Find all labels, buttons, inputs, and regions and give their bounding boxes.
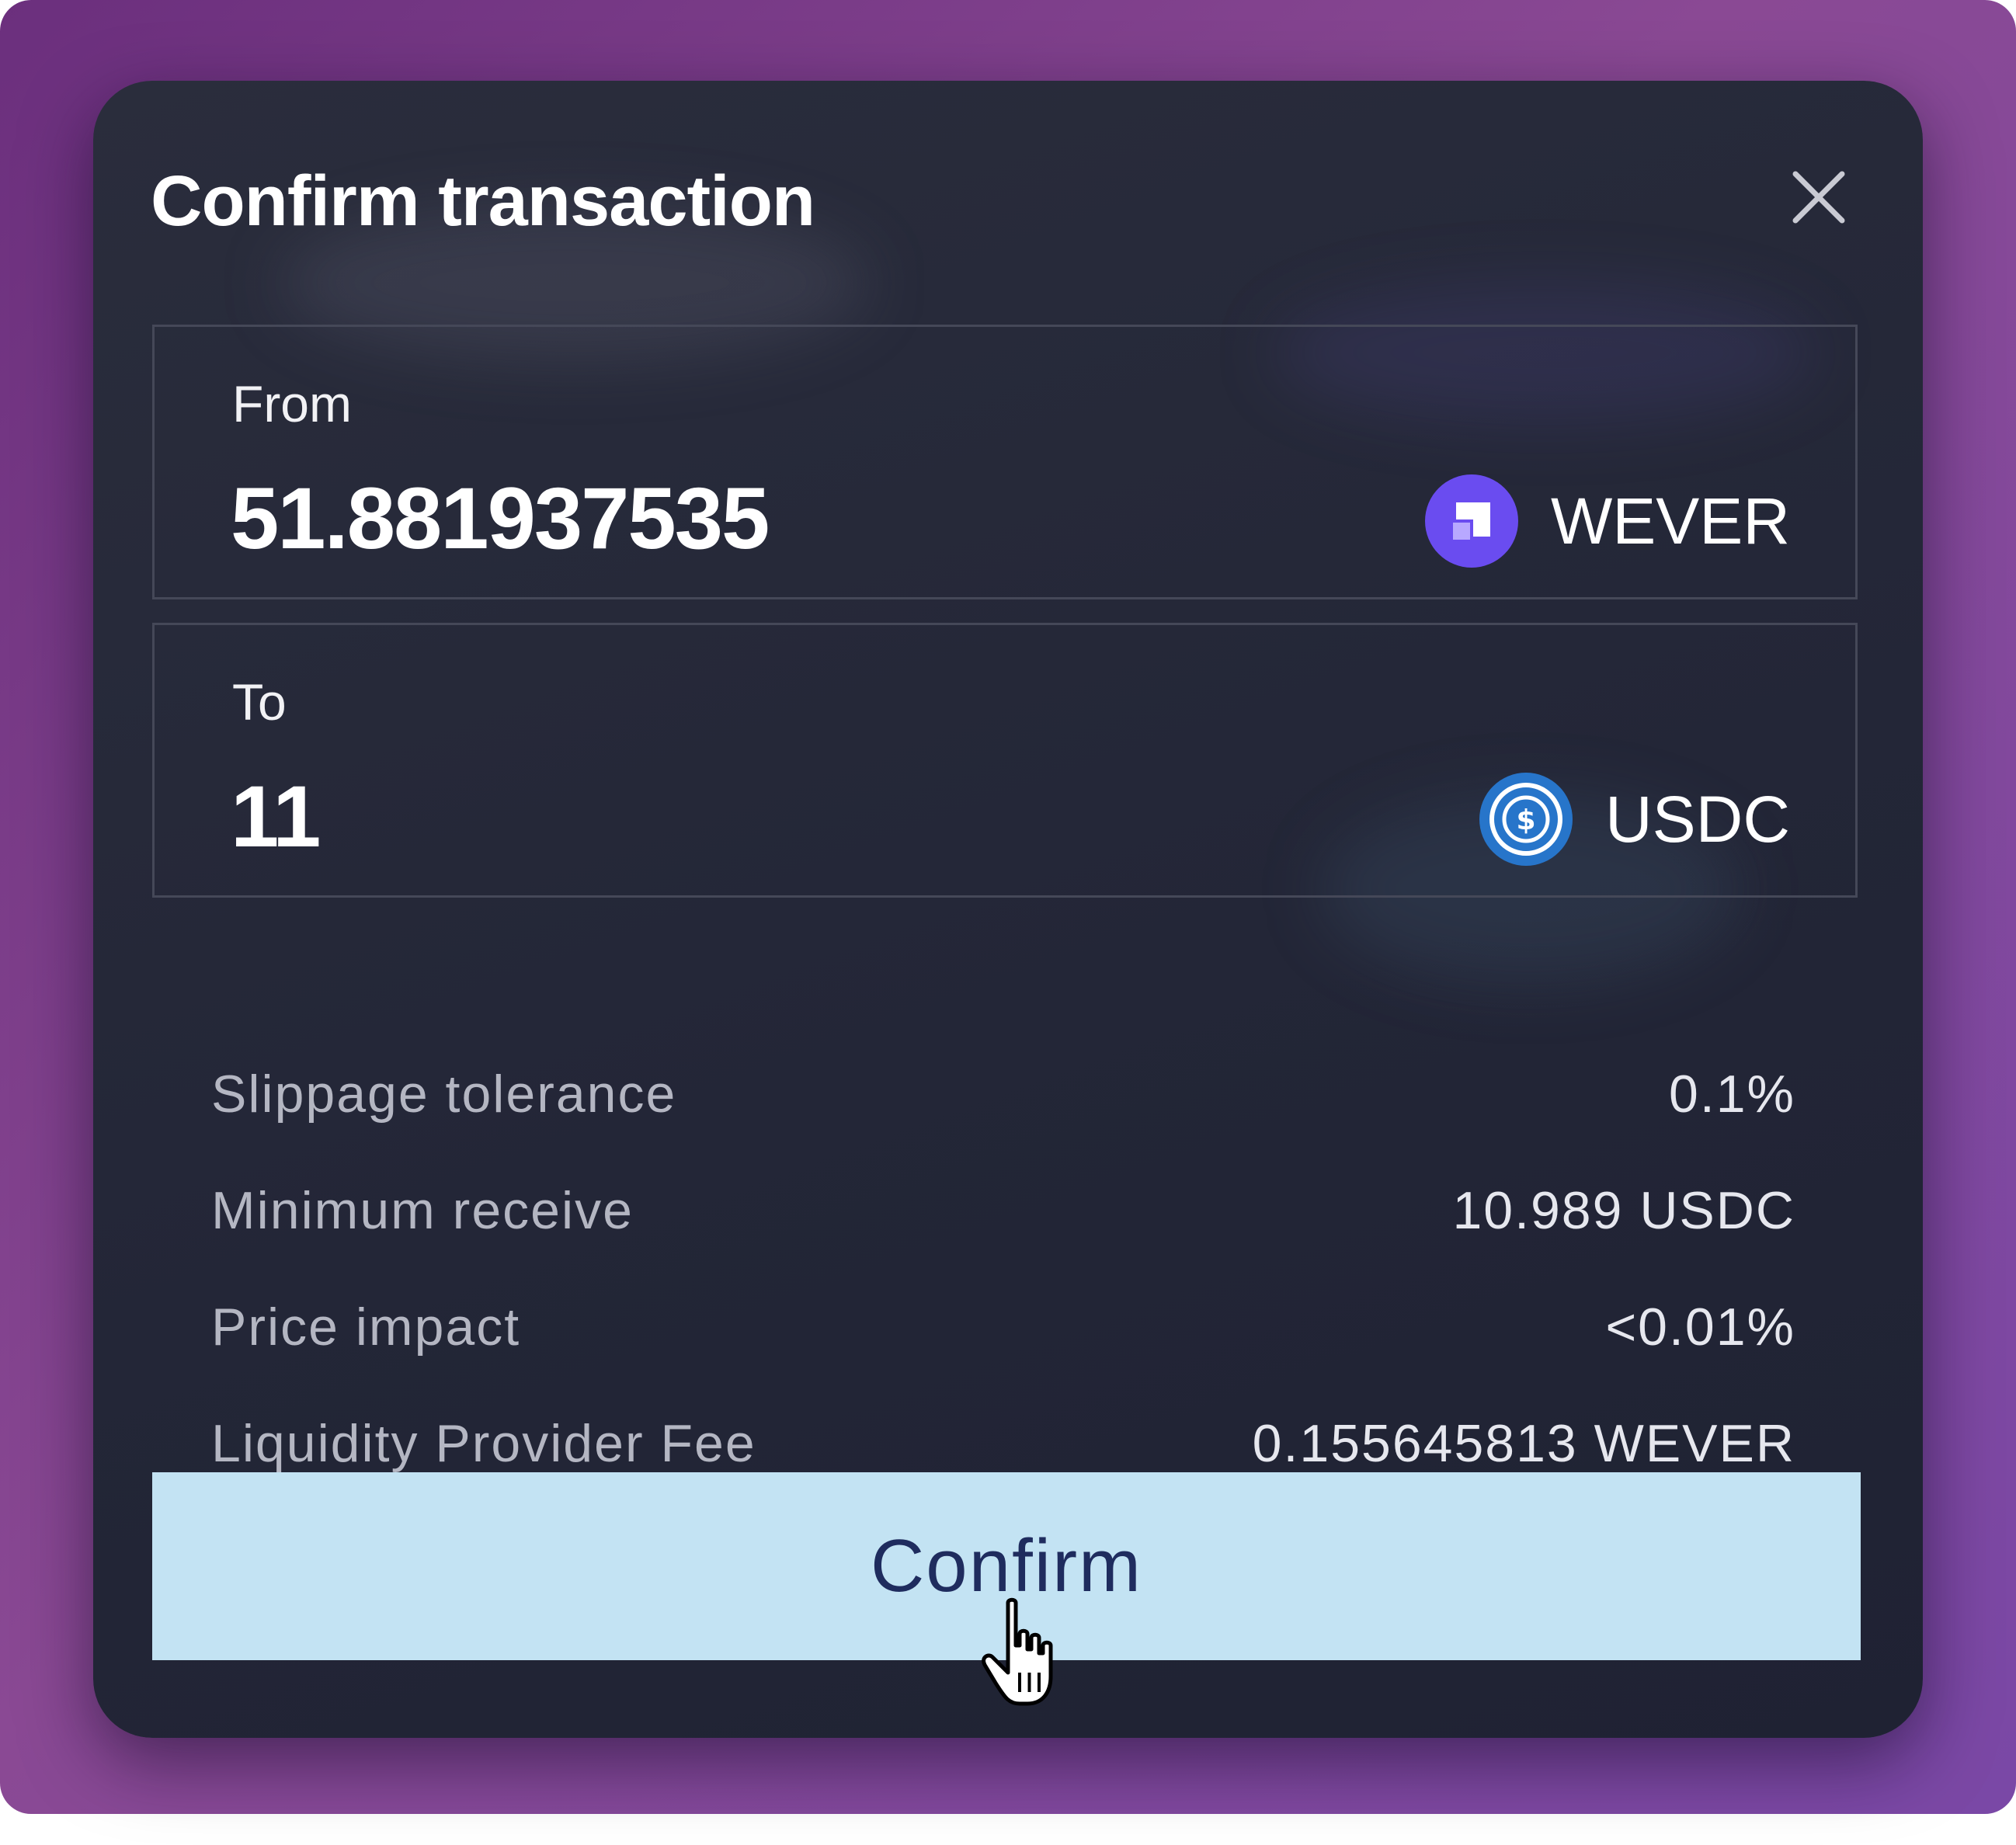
price-impact-label: Price impact <box>211 1298 521 1357</box>
to-token: $ USDC <box>1479 773 1790 866</box>
to-amount: 11 <box>231 768 321 865</box>
minimum-receive-value: 10.989 USDC <box>1452 1181 1795 1240</box>
hand-pointer-cursor <box>982 1597 1053 1706</box>
from-amount: 51.881937535 <box>231 470 770 567</box>
svg-text:$: $ <box>1516 804 1535 836</box>
transaction-details: Slippage tolerance 0.1% Minimum receive … <box>211 1063 1795 1529</box>
to-label: To <box>232 673 287 731</box>
from-label: From <box>232 375 352 433</box>
slippage-label: Slippage tolerance <box>211 1065 677 1124</box>
slippage-value: 0.1% <box>1669 1065 1795 1124</box>
minimum-receive-label: Minimum receive <box>211 1181 634 1240</box>
to-token-name: USDC <box>1604 783 1790 856</box>
price-impact-value: <0.01% <box>1605 1298 1795 1357</box>
close-button[interactable] <box>1788 166 1850 228</box>
from-token-name: WEVER <box>1550 485 1790 558</box>
to-token-box: To 11 $ USDC <box>152 623 1858 898</box>
lp-fee-label: Liquidity Provider Fee <box>211 1414 756 1473</box>
detail-row-slippage: Slippage tolerance 0.1% <box>211 1063 1795 1180</box>
dialog-title: Confirm transaction <box>151 162 815 241</box>
usdc-token-icon: $ <box>1479 773 1573 866</box>
close-icon <box>1792 171 1845 224</box>
from-token: WEVER <box>1424 474 1790 568</box>
confirm-transaction-dialog: Confirm transaction From 51.881937535 WE… <box>93 81 1923 1738</box>
lp-fee-value: 0.155645813 WEVER <box>1252 1414 1795 1473</box>
wever-token-icon <box>1424 474 1518 568</box>
detail-row-minimum-receive: Minimum receive 10.989 USDC <box>211 1180 1795 1296</box>
detail-row-price-impact: Price impact <0.01% <box>211 1296 1795 1412</box>
from-token-box: From 51.881937535 WEVER <box>152 325 1858 599</box>
